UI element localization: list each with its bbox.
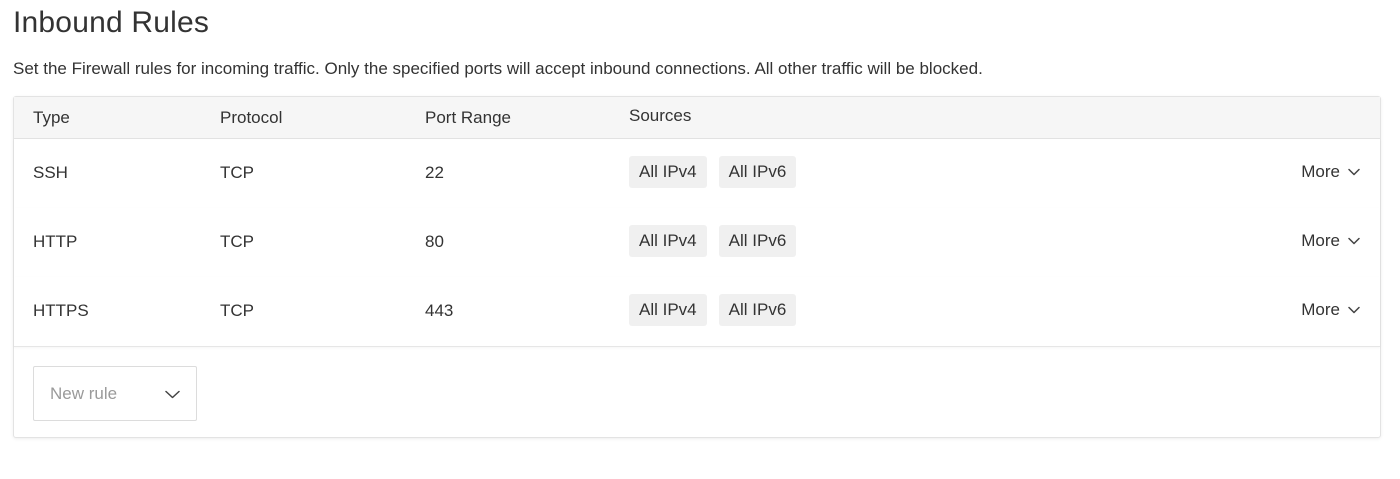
source-tag: All IPv6 <box>718 156 797 188</box>
chevron-down-icon <box>1348 168 1360 176</box>
rule-sources: All IPv4 All IPv6 <box>629 294 797 328</box>
rule-port-range: 443 <box>425 301 454 320</box>
rule-type: HTTPS <box>33 301 89 320</box>
chevron-down-icon <box>1348 306 1360 314</box>
table-row: HTTP TCP 80 All IPv4 All IPv6 More <box>14 208 1380 278</box>
page-title: Inbound Rules <box>13 6 210 39</box>
source-tag: All IPv6 <box>718 294 797 326</box>
rules-table: Type Protocol Port Range Sources SSH TCP… <box>13 96 1381 438</box>
column-header-port-range: Port Range <box>425 108 511 127</box>
column-header-type: Type <box>33 108 70 127</box>
column-header-sources: Sources <box>629 106 692 125</box>
more-button[interactable]: More <box>1301 300 1360 320</box>
source-tag: All IPv4 <box>629 294 707 326</box>
more-label: More <box>1301 231 1340 250</box>
source-tag: All IPv4 <box>629 156 707 188</box>
rule-sources: All IPv4 All IPv6 <box>629 225 797 259</box>
more-label: More <box>1301 162 1340 181</box>
section-description: Set the Firewall rules for incoming traf… <box>13 59 983 78</box>
rule-type: HTTP <box>33 232 78 251</box>
table-row: SSH TCP 22 All IPv4 All IPv6 More <box>14 139 1380 209</box>
rule-protocol: TCP <box>220 232 254 251</box>
more-label: More <box>1301 300 1340 319</box>
chevron-down-icon <box>1348 237 1360 245</box>
more-button[interactable]: More <box>1301 162 1360 182</box>
rule-port-range: 80 <box>425 232 444 251</box>
table-header: Type Protocol Port Range Sources <box>14 97 1380 139</box>
source-tag: All IPv4 <box>629 225 707 257</box>
rule-type: SSH <box>33 163 68 182</box>
table-row: HTTPS TCP 443 All IPv4 All IPv6 More <box>14 277 1380 347</box>
rule-protocol: TCP <box>220 163 254 182</box>
column-header-protocol: Protocol <box>220 108 283 127</box>
rule-port-range: 22 <box>425 163 444 182</box>
rule-sources: All IPv4 All IPv6 <box>629 156 797 190</box>
source-tag: All IPv6 <box>718 225 797 257</box>
new-rule-placeholder: New rule <box>50 384 118 403</box>
new-rule-select[interactable]: New rule <box>33 366 197 421</box>
rule-protocol: TCP <box>220 301 254 320</box>
more-button[interactable]: More <box>1301 231 1360 251</box>
chevron-down-icon <box>165 390 180 399</box>
